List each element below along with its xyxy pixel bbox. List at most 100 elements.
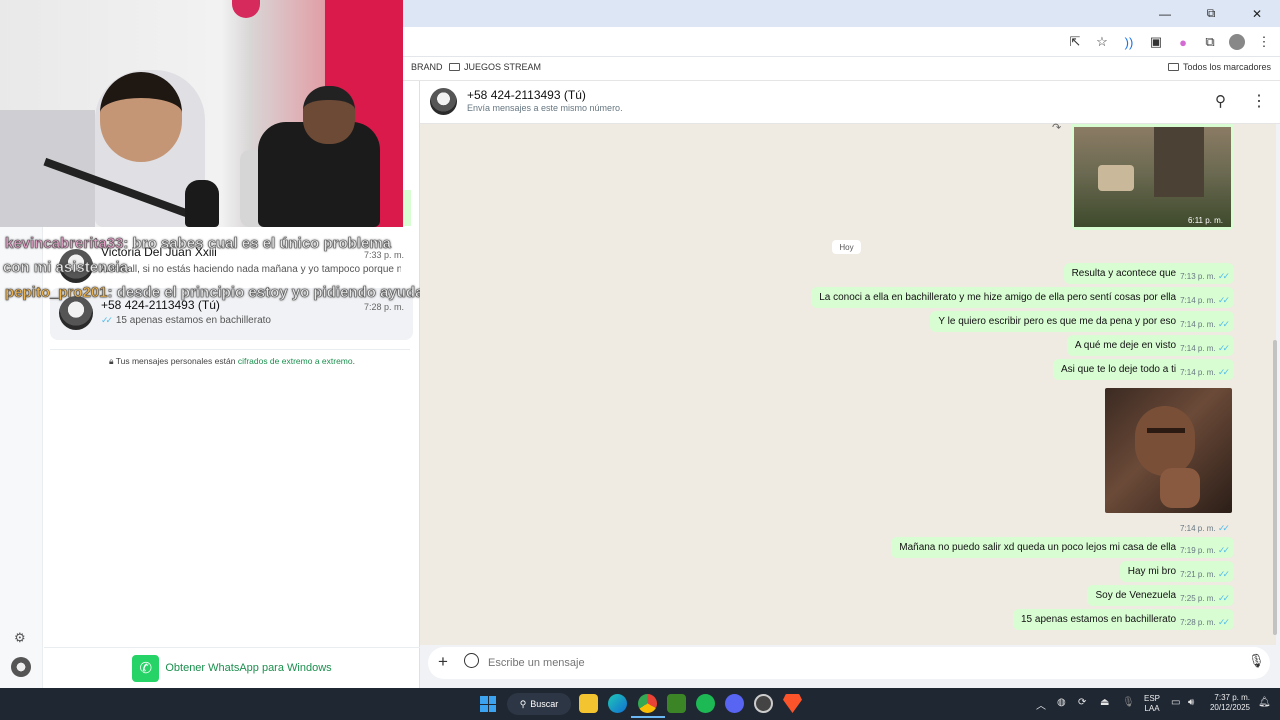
stream-chat-message: con mi asistencia	[3, 259, 129, 277]
message-bubble[interactable]: Y le quiero escribir pero es que me da p…	[930, 311, 1234, 332]
encryption-suffix: .	[352, 356, 355, 366]
tray-sync-icon[interactable]: ⟳	[1078, 697, 1086, 708]
message-time: 7:13 p. m.	[1180, 272, 1216, 281]
read-ticks-icon: ✓✓	[1217, 523, 1230, 533]
message-image[interactable]	[1105, 388, 1232, 513]
all-bookmarks-label: Todos los marcadores	[1182, 62, 1271, 72]
message-bubble[interactable]: A qué me deje en visto 7:14 p. m. ✓✓	[1066, 335, 1234, 356]
read-ticks-icon: ✓✓	[1217, 271, 1230, 281]
folder-icon	[1167, 63, 1179, 71]
settings-gear-icon[interactable]: ⚙	[14, 630, 26, 646]
maximize-button[interactable]: ⧉	[1188, 0, 1234, 27]
tray-overflow-chevron-icon[interactable]: ︿	[1036, 697, 1046, 712]
language-indicator[interactable]: ESP LAA	[1144, 694, 1160, 714]
day-separator: Hoy	[832, 240, 861, 254]
chat-scrollbar[interactable]	[1273, 340, 1277, 635]
chat-header: +58 424-2113493 (Tú) Envía mensajes a es…	[420, 81, 1280, 124]
read-ticks-icon: ✓✓	[1217, 319, 1230, 329]
bookmark-juegos-stream[interactable]: JUEGOS STREAM	[449, 62, 541, 72]
profile-avatar[interactable]	[11, 657, 31, 677]
clock[interactable]: 7:37 p. m. 20/12/2025	[1208, 693, 1250, 713]
read-ticks-icon: ✓✓	[1217, 367, 1230, 377]
audio-icon[interactable]: ))	[1121, 34, 1137, 50]
clock-time: 7:37 p. m.	[1214, 693, 1250, 702]
puzzle-icon[interactable]: ⧉	[1202, 34, 1218, 50]
read-ticks-icon: ✓✓	[1217, 295, 1230, 305]
message-bubble[interactable]: 15 apenas estamos en bachillerato 7:28 p…	[1012, 609, 1234, 630]
language-code: ESP	[1144, 694, 1161, 703]
message-text: La conoci a ella en bachillerato y me hi…	[819, 292, 1177, 303]
close-button[interactable]: ✕	[1234, 0, 1280, 27]
message-meta: 7:21 p. m. ✓✓	[1180, 569, 1230, 580]
lock-icon: 🔒︎	[108, 356, 114, 366]
extension-icon[interactable]: ▣	[1148, 34, 1164, 50]
minecraft-icon[interactable]	[667, 694, 686, 713]
active-app-indicator	[631, 716, 665, 718]
tray-usb-icon[interactable]: ⏏	[1100, 697, 1109, 708]
divider	[50, 349, 410, 350]
message-meta: 7:14 p. m. ✓✓	[1180, 343, 1230, 354]
microphone-icon[interactable]: 🎙︎	[1248, 653, 1265, 669]
message-text: A qué me deje en visto	[1074, 340, 1177, 351]
taskbar-search[interactable]: ⚲ Buscar	[507, 693, 571, 715]
message-bubble[interactable]: Soy de Venezuela 7:25 p. m. ✓✓	[1087, 585, 1234, 606]
composer: + 🎙︎	[428, 647, 1270, 679]
message-meta: 7:14 p. m. ✓✓	[1180, 319, 1230, 330]
network-icon[interactable]: ▭	[1171, 697, 1180, 708]
image-message[interactable]: 6:11 p. m.	[1071, 124, 1234, 230]
message-meta: 7:19 p. m. ✓✓	[1180, 545, 1230, 556]
message-text: Resulta y acontece que	[1071, 268, 1177, 279]
message-meta: 7:13 p. m. ✓✓	[1180, 271, 1230, 282]
bookmark-star-icon[interactable]: ☆	[1094, 34, 1110, 50]
sticker-emoji-icon[interactable]	[464, 653, 479, 668]
start-windows-icon[interactable]	[480, 696, 496, 712]
message-bubble[interactable]: La conoci a ella en bachillerato y me hi…	[811, 287, 1234, 308]
bookmark-label: BRAND	[411, 62, 443, 72]
encryption-link[interactable]: cifrados de extremo a extremo	[238, 356, 353, 366]
profile-avatar[interactable]	[1229, 34, 1245, 50]
spotify-icon[interactable]	[696, 694, 715, 713]
minimize-button[interactable]: —	[1142, 0, 1188, 27]
volume-icon[interactable]: 🔊︎	[1188, 697, 1194, 708]
search-icon[interactable]: ⚲	[1215, 92, 1226, 110]
message-time: 7:14 p. m.	[1180, 368, 1216, 377]
contact-avatar[interactable]	[430, 88, 457, 115]
message-meta: 7:14 p. m. ✓✓	[1180, 367, 1230, 378]
bookmark-label: JUEGOS STREAM	[464, 62, 542, 72]
message-time: 7:14 p. m.	[1180, 524, 1216, 533]
all-bookmarks[interactable]: Todos los marcadores	[1167, 62, 1271, 72]
message-bubble[interactable]: Mañana no puedo salir xd queda un poco l…	[891, 537, 1234, 558]
forward-icon[interactable]: ↷	[1052, 121, 1061, 134]
tray-app-icon[interactable]: ◍	[1057, 697, 1066, 708]
message-bubble[interactable]: Asi que te lo deje todo a ti 7:14 p. m. …	[1053, 359, 1234, 380]
toolbar-icons: ⇱ ☆ )) ▣ ● ⧉ ⋮	[1067, 27, 1272, 57]
kebab-menu-icon[interactable]: ⋮	[1256, 34, 1272, 50]
whatsapp-logo-icon: ✆	[132, 654, 160, 682]
message-text: Soy de Venezuela	[1095, 590, 1177, 601]
message-input[interactable]	[488, 653, 1188, 673]
install-app-icon[interactable]: ⇱	[1067, 34, 1083, 50]
message-time: 7:19 p. m.	[1180, 546, 1216, 555]
message-bubble[interactable]: Hay mi bro 7:21 p. m. ✓✓	[1119, 561, 1234, 582]
file-explorer-icon[interactable]	[579, 694, 598, 713]
message-time: 7:25 p. m.	[1180, 594, 1216, 603]
chat-title[interactable]: +58 424-2113493 (Tú)	[467, 88, 586, 102]
search-icon: ⚲	[519, 698, 527, 709]
discord-icon[interactable]	[725, 694, 744, 713]
message-time: 7:14 p. m.	[1180, 344, 1216, 353]
get-whatsapp-label: Obtener WhatsApp para Windows	[165, 662, 332, 674]
tray-mic-icon[interactable]: 🎙︎	[1122, 697, 1135, 708]
attach-plus-icon[interactable]: +	[438, 652, 448, 672]
get-whatsapp-banner[interactable]: ✆ Obtener WhatsApp para Windows	[44, 647, 420, 688]
edge-browser-icon[interactable]	[608, 694, 627, 713]
message-bubble[interactable]: Resulta y acontece que 7:13 p. m. ✓✓	[1063, 263, 1234, 284]
message-image[interactable]: 6:11 p. m.	[1074, 127, 1231, 227]
webcam-overlay	[0, 0, 403, 227]
extension-pink-icon[interactable]: ●	[1175, 34, 1191, 50]
obs-icon[interactable]	[754, 694, 773, 713]
menu-kebab-icon[interactable]: ⋮	[1251, 91, 1267, 111]
bookmark-brand[interactable]: BRAND	[411, 62, 443, 72]
chrome-browser-icon[interactable]	[638, 694, 657, 713]
message-meta: 7:28 p. m. ✓✓	[1180, 617, 1230, 628]
notification-bell-icon[interactable]: 🔔︎	[1258, 697, 1271, 708]
